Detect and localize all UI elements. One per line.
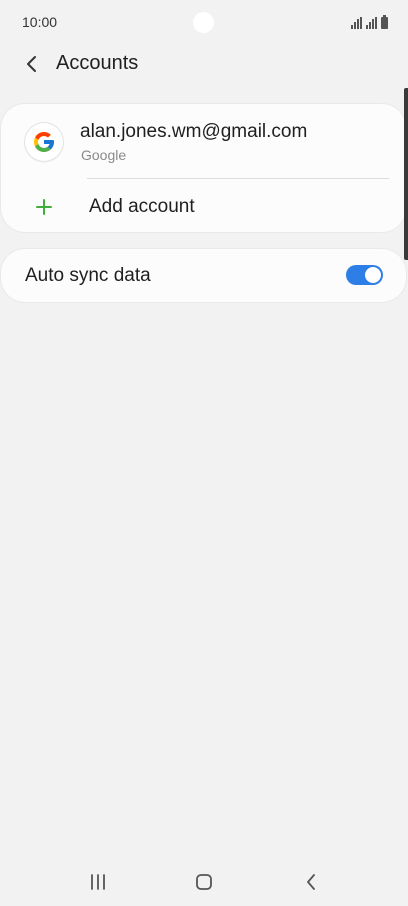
back-button[interactable] xyxy=(18,50,46,78)
google-logo-icon xyxy=(25,123,63,161)
accounts-card: alan.jones.wm@gmail.com Google Add accou… xyxy=(1,104,406,232)
auto-sync-row[interactable]: Auto sync data xyxy=(1,249,406,302)
recent-apps-button[interactable] xyxy=(87,872,109,892)
front-camera xyxy=(193,12,214,33)
add-account-label: Add account xyxy=(89,196,195,217)
back-icon xyxy=(307,874,315,890)
account-type: Google xyxy=(81,147,127,163)
divider xyxy=(87,178,389,179)
edge-panel-handle[interactable] xyxy=(404,88,408,260)
toggle-knob xyxy=(365,267,381,283)
plus-icon xyxy=(36,199,52,215)
auto-sync-toggle[interactable] xyxy=(346,265,383,285)
chevron-left-icon xyxy=(27,56,36,72)
signal-icon xyxy=(366,17,377,29)
nav-back-button[interactable] xyxy=(300,872,322,892)
status-time: 10:00 xyxy=(22,14,58,30)
home-icon xyxy=(196,874,212,890)
account-email: alan.jones.wm@gmail.com xyxy=(80,121,308,142)
battery-icon xyxy=(381,15,388,29)
status-bar: 10:00 xyxy=(0,0,408,46)
add-account-button[interactable]: Add account xyxy=(1,180,406,232)
account-row[interactable]: alan.jones.wm@gmail.com Google xyxy=(1,104,406,178)
signal-icon xyxy=(351,17,362,29)
page-title: Accounts xyxy=(56,52,139,74)
recent-apps-icon xyxy=(91,874,105,890)
header: Accounts xyxy=(0,44,408,84)
home-button[interactable] xyxy=(193,872,215,892)
auto-sync-label: Auto sync data xyxy=(25,265,151,286)
status-icons xyxy=(351,15,388,29)
navigation-bar xyxy=(0,858,408,906)
